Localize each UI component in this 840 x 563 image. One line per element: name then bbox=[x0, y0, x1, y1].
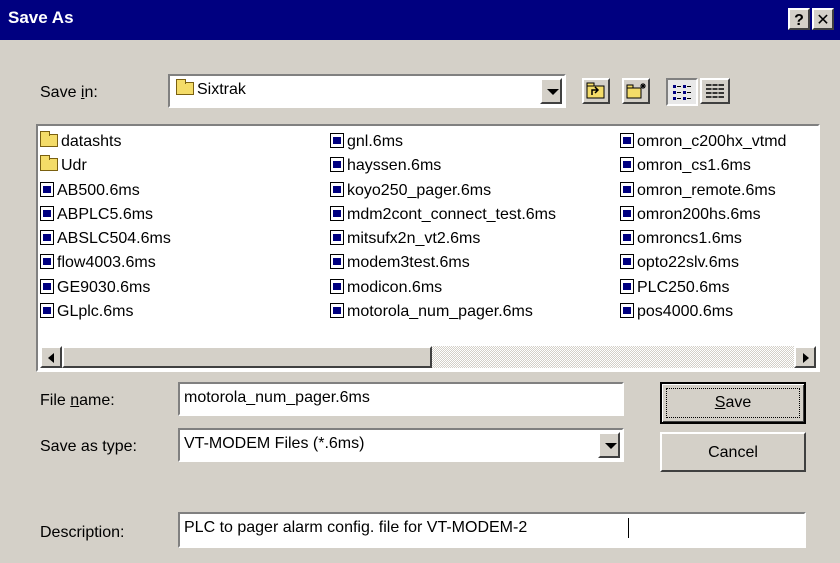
file-icon bbox=[620, 303, 634, 319]
scrollbar-thumb[interactable] bbox=[62, 346, 432, 368]
list-item[interactable]: AB500.6ms bbox=[40, 179, 171, 203]
file-icon bbox=[330, 303, 344, 319]
list-item[interactable]: datashts bbox=[40, 130, 171, 154]
file-icon bbox=[330, 254, 344, 270]
title-bar: Save As ? ✕ bbox=[0, 0, 840, 40]
list-view-icon bbox=[673, 85, 691, 100]
file-name-input[interactable]: motorola_num_pager.6ms bbox=[178, 382, 624, 416]
list-item[interactable]: opto22slv.6ms bbox=[620, 251, 786, 275]
description-label: Description: bbox=[40, 524, 125, 541]
description-input[interactable]: PLC to pager alarm config. file for VT-M… bbox=[178, 512, 806, 548]
list-item[interactable]: omroncs1.6ms bbox=[620, 227, 786, 251]
list-item[interactable]: gnl.6ms bbox=[330, 130, 556, 154]
file-icon bbox=[40, 303, 54, 319]
help-button[interactable]: ? bbox=[788, 8, 810, 30]
up-folder-icon bbox=[586, 82, 605, 99]
file-icon bbox=[40, 254, 54, 270]
file-name-value: motorola_num_pager.6ms bbox=[184, 389, 370, 406]
list-view-button[interactable] bbox=[666, 78, 698, 106]
details-view-button[interactable] bbox=[700, 78, 730, 104]
close-button[interactable]: ✕ bbox=[812, 8, 834, 30]
list-item[interactable]: modem3test.6ms bbox=[330, 251, 556, 275]
list-item[interactable]: ABSLC504.6ms bbox=[40, 227, 171, 251]
file-icon bbox=[40, 205, 54, 221]
file-list-column-2: gnl.6ms hayssen.6ms koyo250_pager.6ms md… bbox=[330, 130, 556, 324]
list-item[interactable]: modicon.6ms bbox=[330, 276, 556, 300]
list-item[interactable]: mitsufx2n_vt2.6ms bbox=[330, 227, 556, 251]
list-item[interactable]: koyo250_pager.6ms bbox=[330, 179, 556, 203]
file-icon bbox=[330, 133, 344, 148]
save-in-value: Sixtrak bbox=[197, 81, 246, 98]
list-item[interactable]: Udr bbox=[40, 154, 171, 178]
details-view-icon bbox=[706, 83, 724, 99]
save-in-combo[interactable]: Sixtrak bbox=[168, 74, 566, 108]
create-new-folder-button[interactable] bbox=[622, 78, 650, 104]
up-one-level-button[interactable] bbox=[582, 78, 610, 104]
file-icon bbox=[330, 181, 344, 197]
file-icon bbox=[620, 278, 634, 294]
file-icon bbox=[330, 278, 344, 294]
list-item[interactable]: motorola_num_pager.6ms bbox=[330, 300, 556, 324]
file-icon bbox=[620, 181, 634, 197]
file-list[interactable]: datashts Udr AB500.6ms ABPLC5.6ms ABSLC5… bbox=[36, 124, 820, 372]
file-icon bbox=[330, 205, 344, 221]
list-item[interactable]: PLC250.6ms bbox=[620, 276, 786, 300]
list-item[interactable]: flow4003.6ms bbox=[40, 251, 171, 275]
file-icon bbox=[40, 278, 54, 294]
cancel-button[interactable]: Cancel bbox=[660, 432, 806, 472]
list-item[interactable]: ABPLC5.6ms bbox=[40, 203, 171, 227]
file-icon bbox=[620, 230, 634, 246]
save-as-type-label: Save as type: bbox=[40, 438, 137, 455]
file-icon bbox=[620, 205, 634, 221]
file-icon bbox=[40, 230, 54, 246]
horizontal-scrollbar[interactable] bbox=[40, 346, 816, 368]
folder-icon bbox=[40, 155, 58, 172]
list-item[interactable]: omron_c200hx_vtmd bbox=[620, 130, 786, 154]
file-list-column-3: omron_c200hx_vtmd omron_cs1.6ms omron_re… bbox=[620, 130, 786, 324]
file-icon bbox=[330, 157, 344, 173]
list-item[interactable]: mdm2cont_connect_test.6ms bbox=[330, 203, 556, 227]
save-as-type-dropdown-button[interactable] bbox=[598, 432, 620, 458]
file-icon bbox=[620, 157, 634, 173]
list-item[interactable]: hayssen.6ms bbox=[330, 154, 556, 178]
list-item[interactable]: omron200hs.6ms bbox=[620, 203, 786, 227]
dialog-title: Save As bbox=[8, 8, 74, 27]
save-in-label: Save in: bbox=[40, 84, 98, 101]
save-in-dropdown-button[interactable] bbox=[540, 78, 562, 104]
list-item[interactable]: pos4000.6ms bbox=[620, 300, 786, 324]
folder-icon bbox=[176, 79, 194, 95]
list-item[interactable]: omron_cs1.6ms bbox=[620, 154, 786, 178]
scroll-left-button[interactable] bbox=[40, 346, 62, 368]
new-folder-icon bbox=[626, 83, 646, 99]
text-caret bbox=[628, 518, 629, 538]
file-icon bbox=[40, 181, 54, 197]
file-icon bbox=[620, 133, 634, 148]
description-value: PLC to pager alarm config. file for VT-M… bbox=[184, 519, 528, 536]
save-as-type-combo[interactable]: VT-MODEM Files (*.6ms) bbox=[178, 428, 624, 462]
list-item[interactable]: omron_remote.6ms bbox=[620, 179, 786, 203]
file-name-label: File name: bbox=[40, 392, 115, 409]
save-as-type-value: VT-MODEM Files (*.6ms) bbox=[184, 435, 365, 452]
folder-icon bbox=[40, 131, 58, 147]
save-button[interactable]: Save bbox=[660, 382, 806, 424]
list-item[interactable]: GLplc.6ms bbox=[40, 300, 171, 324]
list-item[interactable]: GE9030.6ms bbox=[40, 276, 171, 300]
scroll-right-button[interactable] bbox=[794, 346, 816, 368]
file-list-column-1: datashts Udr AB500.6ms ABPLC5.6ms ABSLC5… bbox=[40, 130, 171, 324]
file-icon bbox=[330, 230, 344, 246]
file-icon bbox=[620, 254, 634, 270]
